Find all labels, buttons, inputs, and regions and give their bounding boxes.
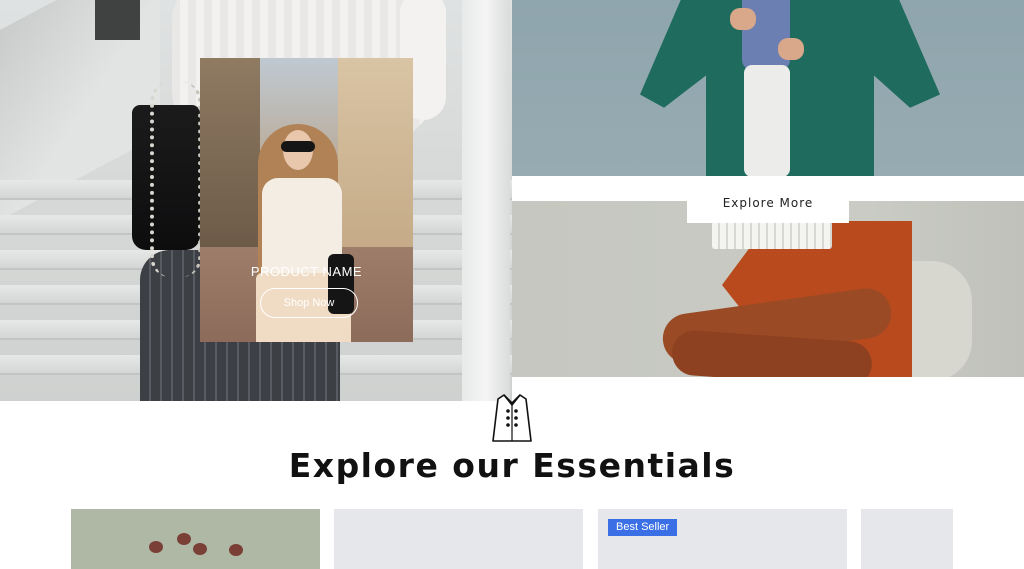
product-tile[interactable] xyxy=(334,509,583,569)
building-left xyxy=(200,58,260,258)
hand xyxy=(778,38,804,60)
coat-icon xyxy=(492,394,532,442)
background-door xyxy=(95,0,140,40)
white-pants xyxy=(744,65,790,176)
hand xyxy=(730,8,756,30)
building-right xyxy=(338,58,413,278)
best-seller-badge: Best Seller xyxy=(608,519,678,536)
product-name: PRODUCT NAME xyxy=(250,264,363,279)
newspaper xyxy=(712,221,832,249)
flower-decoration xyxy=(229,544,243,556)
explore-more-button[interactable]: Explore More xyxy=(687,188,849,223)
section-title: Explore our Essentials xyxy=(288,446,736,485)
flower-decoration xyxy=(177,533,191,545)
green-coat xyxy=(640,0,940,176)
hero-image-green-coat xyxy=(512,0,1024,176)
product-tile[interactable] xyxy=(71,509,320,569)
shop-now-button[interactable]: Shop Now xyxy=(260,288,358,318)
product-tile[interactable] xyxy=(861,509,953,569)
flower-decoration xyxy=(149,541,163,553)
product-tile[interactable]: Best Seller xyxy=(598,509,847,569)
sunglasses xyxy=(281,141,315,152)
hero-image-orange-suit xyxy=(512,201,1024,377)
flower-decoration xyxy=(193,543,207,555)
pearl-chain-strap xyxy=(150,82,202,277)
product-card[interactable]: PRODUCT NAME Shop Now xyxy=(200,58,413,342)
white-pillar xyxy=(462,0,510,401)
